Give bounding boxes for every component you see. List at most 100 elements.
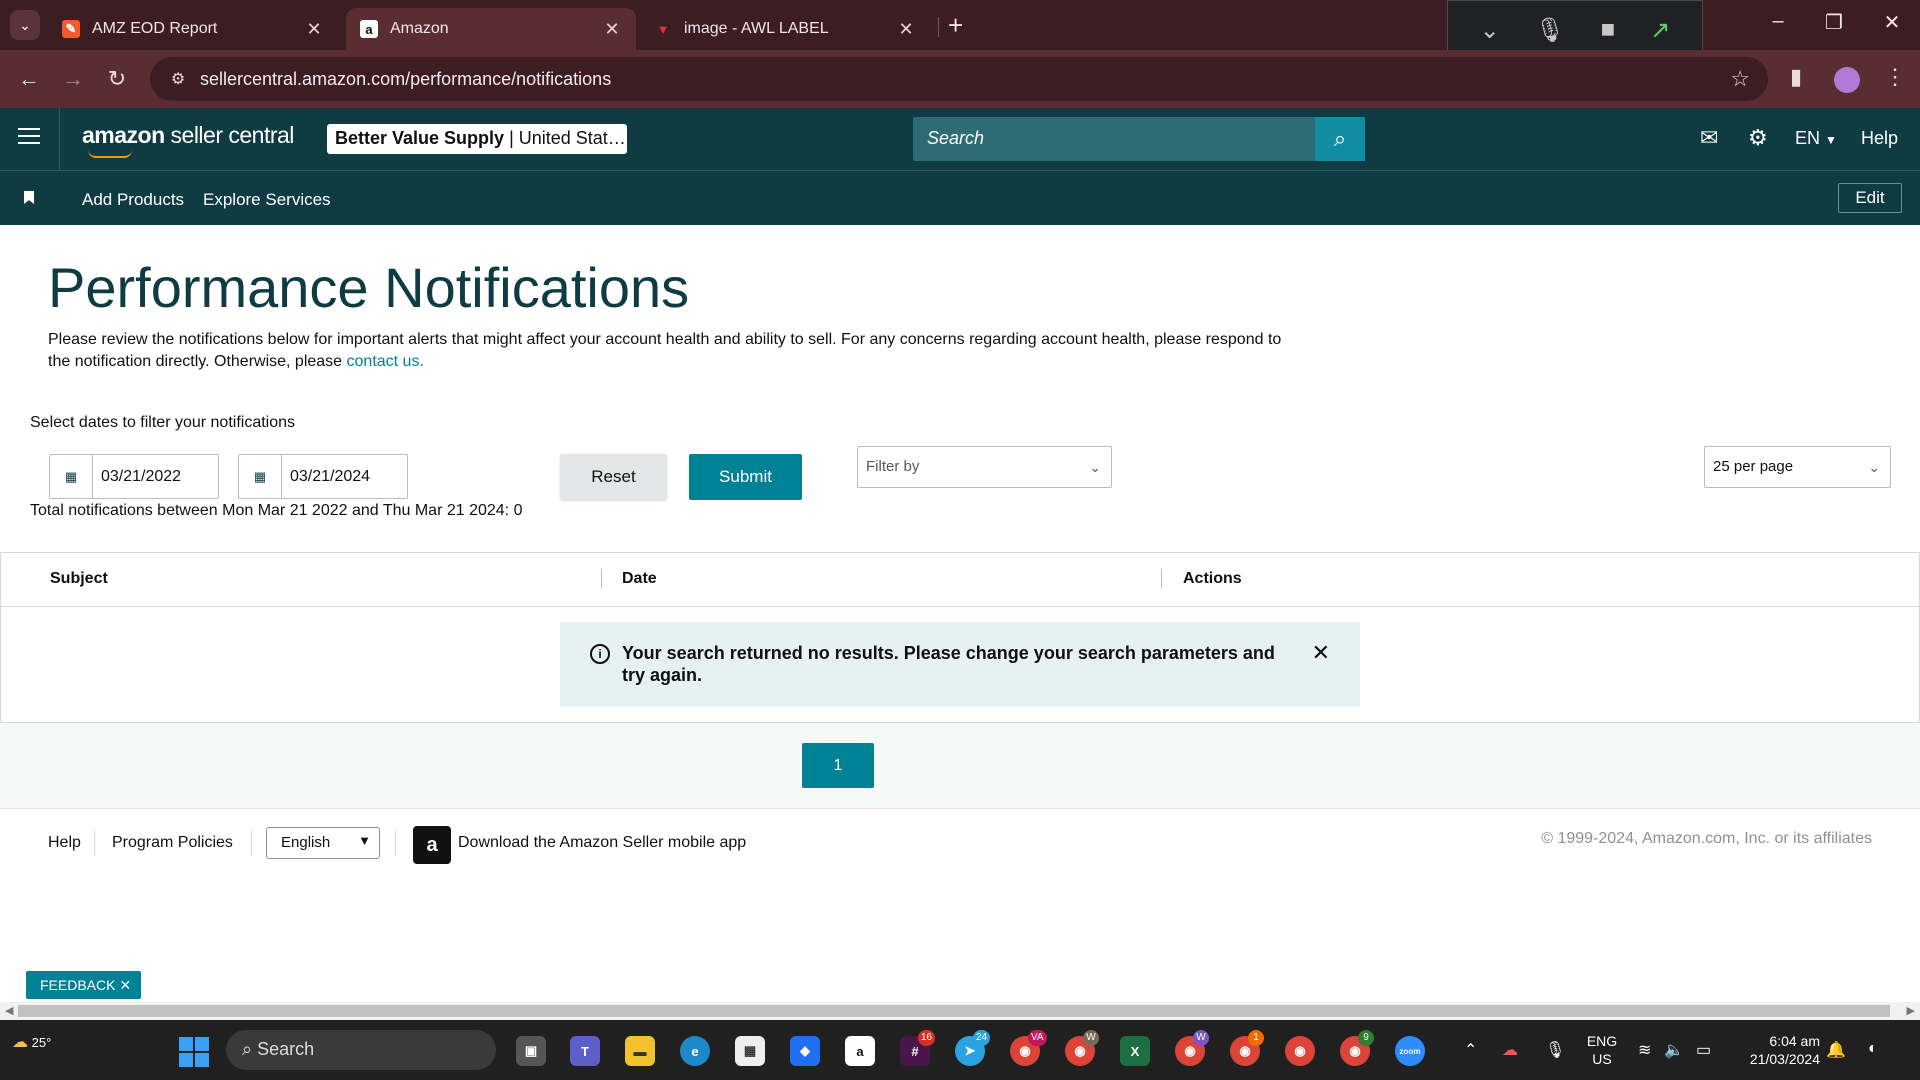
forward-icon[interactable]: → bbox=[58, 64, 88, 94]
copilot-icon[interactable]: ◐ bbox=[1868, 1040, 1878, 1058]
onedrive-icon[interactable]: ☁ bbox=[1502, 1040, 1518, 1060]
filter-by-select[interactable]: Filter by ⌄ bbox=[857, 446, 1112, 488]
settings-gear-icon[interactable]: ⚙ bbox=[1748, 125, 1768, 151]
total-notifications-text: Total notifications between Mon Mar 21 2… bbox=[30, 502, 523, 519]
date-to-field[interactable]: ▦ 03/21/2024 bbox=[238, 454, 408, 499]
reload-icon[interactable]: ↻ bbox=[102, 64, 132, 94]
address-bar[interactable]: ⚙ sellercentral.amazon.com/performance/n… bbox=[150, 57, 1768, 101]
search-input[interactable]: Search bbox=[913, 117, 1315, 161]
close-tab-icon[interactable]: ✕ bbox=[896, 19, 916, 40]
hamburger-menu-icon[interactable] bbox=[18, 128, 40, 146]
volume-icon[interactable]: 🔈 bbox=[1664, 1040, 1684, 1060]
site-info-icon[interactable]: ⚙ bbox=[156, 69, 200, 89]
store-name: Better Value Supply bbox=[335, 128, 505, 148]
notifications-bell-icon[interactable]: 🔔 bbox=[1826, 1040, 1846, 1060]
edge-icon[interactable]: e bbox=[680, 1036, 710, 1066]
help-link[interactable]: Help bbox=[1861, 128, 1898, 149]
bookmark-icon[interactable] bbox=[24, 191, 34, 204]
dropbox-icon[interactable]: ◆ bbox=[790, 1036, 820, 1066]
seller-search-box[interactable]: Search ⌕ bbox=[913, 117, 1365, 161]
back-icon[interactable]: ← bbox=[14, 64, 44, 94]
feedback-button[interactable]: FEEDBACK ✕ bbox=[26, 971, 141, 999]
amazon-app-icon[interactable]: a bbox=[413, 826, 451, 864]
column-subject[interactable]: Subject bbox=[50, 570, 108, 588]
mail-icon[interactable]: ✉ bbox=[1700, 125, 1718, 151]
amazon-app-icon[interactable]: a bbox=[845, 1036, 875, 1066]
battery-icon[interactable]: ▭ bbox=[1696, 1040, 1711, 1060]
windows-start-icon[interactable] bbox=[179, 1037, 209, 1067]
tab-image-awl-label[interactable]: ▼ image - AWL LABEL ✕ bbox=[640, 8, 930, 50]
scroll-left-icon[interactable]: ◀ bbox=[5, 1004, 13, 1017]
subnav-add-products[interactable]: Add Products bbox=[82, 190, 184, 210]
teams-icon[interactable]: T bbox=[570, 1036, 600, 1066]
clock[interactable]: 6:04 am 21/03/2024 bbox=[1730, 1032, 1820, 1068]
task-view-icon[interactable]: ▣ bbox=[516, 1036, 546, 1066]
side-panel-icon[interactable]: ▮ bbox=[1790, 64, 1802, 90]
chrome-icon[interactable]: ◉ bbox=[1285, 1036, 1315, 1066]
microphone-icon[interactable]: 🎙 bbox=[1545, 1040, 1565, 1060]
minimize-icon[interactable]: – bbox=[1758, 10, 1798, 33]
notification-badge: 16 bbox=[918, 1030, 936, 1046]
subnav-explore-services[interactable]: Explore Services bbox=[203, 190, 331, 210]
download-app-link[interactable]: Download the Amazon Seller mobile app bbox=[458, 834, 746, 852]
scrollbar-thumb[interactable] bbox=[18, 1005, 1890, 1017]
mic-muted-icon[interactable]: 🎙 bbox=[1535, 16, 1565, 45]
input-language[interactable]: ENG US bbox=[1584, 1032, 1620, 1068]
close-icon[interactable]: ✕ bbox=[1312, 640, 1330, 707]
new-tab-icon[interactable]: + bbox=[948, 10, 963, 40]
date-from-field[interactable]: ▦ 03/21/2022 bbox=[49, 454, 219, 499]
table-header: Subject Date Actions bbox=[1, 553, 1919, 607]
clock-time: 6:04 am bbox=[1769, 1033, 1820, 1049]
column-actions: Actions bbox=[1183, 570, 1242, 587]
clock-date: 21/03/2024 bbox=[1749, 1051, 1820, 1067]
weather-widget[interactable]: ☁ 25° bbox=[12, 1032, 51, 1052]
show-hidden-icons[interactable]: ⌃ bbox=[1464, 1040, 1477, 1060]
close-tab-icon[interactable]: ✕ bbox=[304, 19, 324, 40]
reset-button[interactable]: Reset bbox=[560, 454, 667, 500]
search-icon[interactable]: ⌕ bbox=[1315, 117, 1365, 161]
more-menu-icon[interactable]: ⋮ bbox=[1884, 64, 1906, 90]
date-to-value[interactable]: 03/21/2024 bbox=[282, 455, 378, 498]
camera-icon[interactable]: ■ bbox=[1601, 16, 1616, 44]
tab-amz-eod-report[interactable]: ✎ AMZ EOD Report ✕ bbox=[48, 8, 338, 50]
tab-amazon[interactable]: a Amazon ✕ bbox=[346, 8, 636, 50]
wifi-icon[interactable]: ≋ bbox=[1638, 1040, 1651, 1060]
date-from-value[interactable]: 03/21/2022 bbox=[93, 455, 189, 498]
share-screen-icon[interactable]: ↗ bbox=[1650, 16, 1670, 45]
weather-temp: 25° bbox=[31, 1035, 52, 1050]
chevron-down-icon[interactable]: ⌄ bbox=[1480, 16, 1500, 45]
store-selector[interactable]: Better Value Supply | United Stat… bbox=[327, 124, 627, 154]
zoom-icon[interactable]: zoom bbox=[1395, 1036, 1425, 1066]
taskbar-search[interactable]: ⌕ Search bbox=[226, 1030, 496, 1070]
footer-language-select[interactable]: English ▼ bbox=[266, 827, 380, 859]
no-results-message: Your search returned no results. Please … bbox=[622, 643, 1275, 685]
edit-button[interactable]: Edit bbox=[1838, 183, 1902, 213]
close-tab-icon[interactable]: ✕ bbox=[602, 19, 622, 40]
footer-help-link[interactable]: Help bbox=[48, 834, 81, 852]
footer-program-policies-link[interactable]: Program Policies bbox=[112, 834, 233, 852]
profile-badge: VA bbox=[1028, 1030, 1047, 1046]
submit-button[interactable]: Submit bbox=[689, 454, 802, 500]
per-page-select[interactable]: 25 per page ⌄ bbox=[1704, 446, 1891, 488]
bookmark-star-icon[interactable]: ☆ bbox=[1730, 66, 1750, 92]
close-window-icon[interactable]: ✕ bbox=[1872, 10, 1912, 35]
language-selector[interactable]: EN ▼ bbox=[1795, 128, 1837, 149]
info-icon: i bbox=[590, 644, 610, 664]
seller-central-logo[interactable]: amazon seller central bbox=[82, 122, 294, 149]
restore-icon[interactable]: ❐ bbox=[1814, 10, 1854, 35]
scroll-right-icon[interactable]: ▶ bbox=[1907, 1004, 1915, 1017]
page-1-button[interactable]: 1 bbox=[802, 743, 874, 788]
calendar-icon[interactable]: ▦ bbox=[50, 455, 93, 498]
profile-avatar[interactable] bbox=[1834, 67, 1860, 93]
column-date[interactable]: Date bbox=[622, 570, 657, 588]
horizontal-scrollbar[interactable]: ◀ ▶ bbox=[0, 1002, 1920, 1020]
calendar-icon[interactable]: ▦ bbox=[239, 455, 282, 498]
excel-icon[interactable]: X bbox=[1120, 1036, 1150, 1066]
tab-search-button[interactable]: ⌄ bbox=[10, 10, 40, 40]
microsoft-store-icon[interactable]: ▦ bbox=[735, 1036, 765, 1066]
contact-us-link[interactable]: contact us. bbox=[347, 353, 424, 370]
taskbar-search-label: Search bbox=[257, 1039, 315, 1059]
chevron-down-icon: ⌄ bbox=[1089, 459, 1101, 475]
amazon-smile-icon bbox=[88, 150, 132, 158]
file-explorer-icon[interactable]: ▬ bbox=[625, 1036, 655, 1066]
